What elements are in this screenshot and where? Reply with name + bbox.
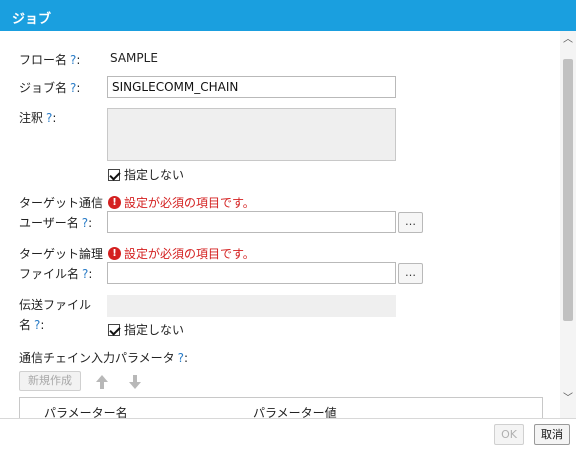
target-logical-error: ! 設定が必須の項目です。: [108, 245, 255, 262]
move-down-icon[interactable]: [128, 374, 142, 390]
target-comm-browse-button[interactable]: …: [398, 212, 423, 233]
target-comm-user-input[interactable]: [107, 211, 396, 233]
note-label: 注釈?:: [19, 109, 56, 126]
flow-name-value: SAMPLE: [110, 51, 158, 65]
note-unspecified-checkbox[interactable]: 指定しない: [108, 166, 184, 183]
flow-name-colon: :: [76, 53, 81, 67]
target-comm-label-text: ユーザー名: [19, 216, 79, 230]
transfer-file-input: [107, 295, 396, 317]
note-unspecified-check-icon[interactable]: [108, 168, 120, 181]
dialog-content: フロー名?: SAMPLE ジョブ名?: SINGLECOMM_CHAIN 注釈…: [0, 31, 560, 418]
flow-name-label-text: フロー名: [19, 53, 68, 67]
note-colon: :: [52, 111, 57, 125]
cancel-button[interactable]: 取消: [534, 424, 570, 445]
move-up-icon[interactable]: [95, 374, 109, 390]
scroll-up-icon[interactable]: ︿: [562, 35, 574, 45]
transfer-file-colon: :: [40, 318, 45, 332]
note-textarea[interactable]: [107, 108, 396, 161]
dialog-footer: OK 取消: [0, 418, 576, 449]
note-unspecified-label: 指定しない: [124, 168, 185, 182]
target-comm-colon: :: [88, 216, 93, 230]
target-logical-label-text: ファイル名: [19, 267, 80, 281]
target-logical-label-line2: ファイル名?:: [19, 265, 92, 282]
transfer-file-label-line2: 名?:: [19, 316, 44, 333]
transfer-file-unspecified-check-icon[interactable]: [108, 323, 120, 336]
params-label-text: 通信チェイン入力パラメータ: [19, 351, 175, 365]
transfer-file-label-text: 名: [19, 318, 32, 332]
job-name-input[interactable]: SINGLECOMM_CHAIN: [107, 76, 396, 98]
param-value-column-header: パラメーター値: [253, 406, 337, 418]
target-comm-label-line1: ターゲット通信: [19, 196, 104, 210]
target-comm-error: ! 設定が必須の項目です。: [108, 194, 255, 211]
target-logical-error-text: 設定が必須の項目です。: [124, 247, 255, 261]
params-table: パラメーター名 パラメーター値: [19, 397, 543, 418]
param-name-column-header: パラメーター名: [44, 406, 128, 418]
flow-name-label: フロー名?:: [19, 51, 80, 68]
target-logical-file-input[interactable]: [107, 262, 396, 284]
note-label-text: 注釈: [19, 111, 44, 125]
dialog-title-bar: ジョブ: [0, 0, 576, 31]
transfer-file-label-line1: 伝送ファイル: [19, 298, 92, 312]
error-icon: !: [108, 247, 121, 260]
job-name-label-text: ジョブ名: [19, 81, 68, 95]
ok-button[interactable]: OK: [494, 424, 524, 445]
vertical-scrollbar[interactable]: ︿ ﹀: [560, 31, 576, 418]
target-logical-label-line1: ターゲット論理: [19, 247, 104, 261]
error-icon: !: [108, 196, 121, 209]
job-name-colon: :: [76, 81, 81, 95]
new-param-button[interactable]: 新規作成: [19, 371, 81, 391]
target-comm-label-line2: ユーザー名?:: [19, 214, 92, 231]
params-colon: :: [184, 351, 189, 365]
scrollbar-thumb[interactable]: [563, 59, 573, 321]
transfer-file-unspecified-checkbox[interactable]: 指定しない: [108, 321, 184, 338]
job-name-label: ジョブ名?:: [19, 79, 80, 96]
target-comm-error-text: 設定が必須の項目です。: [124, 196, 255, 210]
params-label: 通信チェイン入力パラメータ?:: [19, 349, 188, 366]
scroll-down-icon[interactable]: ﹀: [562, 394, 574, 404]
dialog-title: ジョブ: [12, 12, 52, 27]
transfer-file-unspecified-label: 指定しない: [124, 323, 185, 337]
target-logical-browse-button[interactable]: …: [398, 263, 423, 284]
target-logical-colon: :: [88, 267, 93, 281]
